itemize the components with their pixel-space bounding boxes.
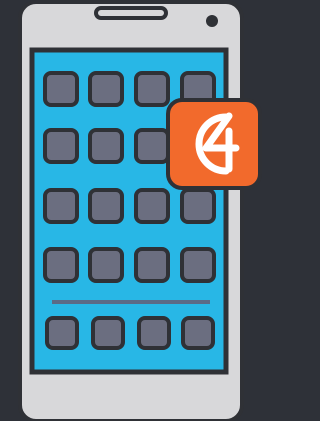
app-tile-icon [180, 188, 216, 224]
app-tile-icon [134, 247, 170, 283]
app-tile-icon [88, 188, 124, 224]
app-tile-icon [88, 71, 124, 107]
dock-tile-icon [91, 316, 125, 350]
dock-tile-icon [45, 316, 79, 350]
app-tile-icon [134, 188, 170, 224]
badge-shape [166, 98, 262, 190]
app-tile-icon [43, 71, 79, 107]
app-tile-icon [134, 128, 170, 164]
app-tile-icon [180, 247, 216, 283]
app-tile-icon [43, 128, 79, 164]
dock-tile-icon [137, 316, 171, 350]
phone-illustration [0, 0, 264, 421]
notification-badge [166, 98, 262, 190]
app-tile-icon [88, 128, 124, 164]
camera-icon [206, 15, 218, 27]
illustration [0, 0, 264, 421]
app-tile-icon [43, 247, 79, 283]
dock-tile-icon [181, 316, 215, 350]
app-tile-icon [88, 247, 124, 283]
app-tile-icon [134, 71, 170, 107]
app-tile-icon [43, 188, 79, 224]
